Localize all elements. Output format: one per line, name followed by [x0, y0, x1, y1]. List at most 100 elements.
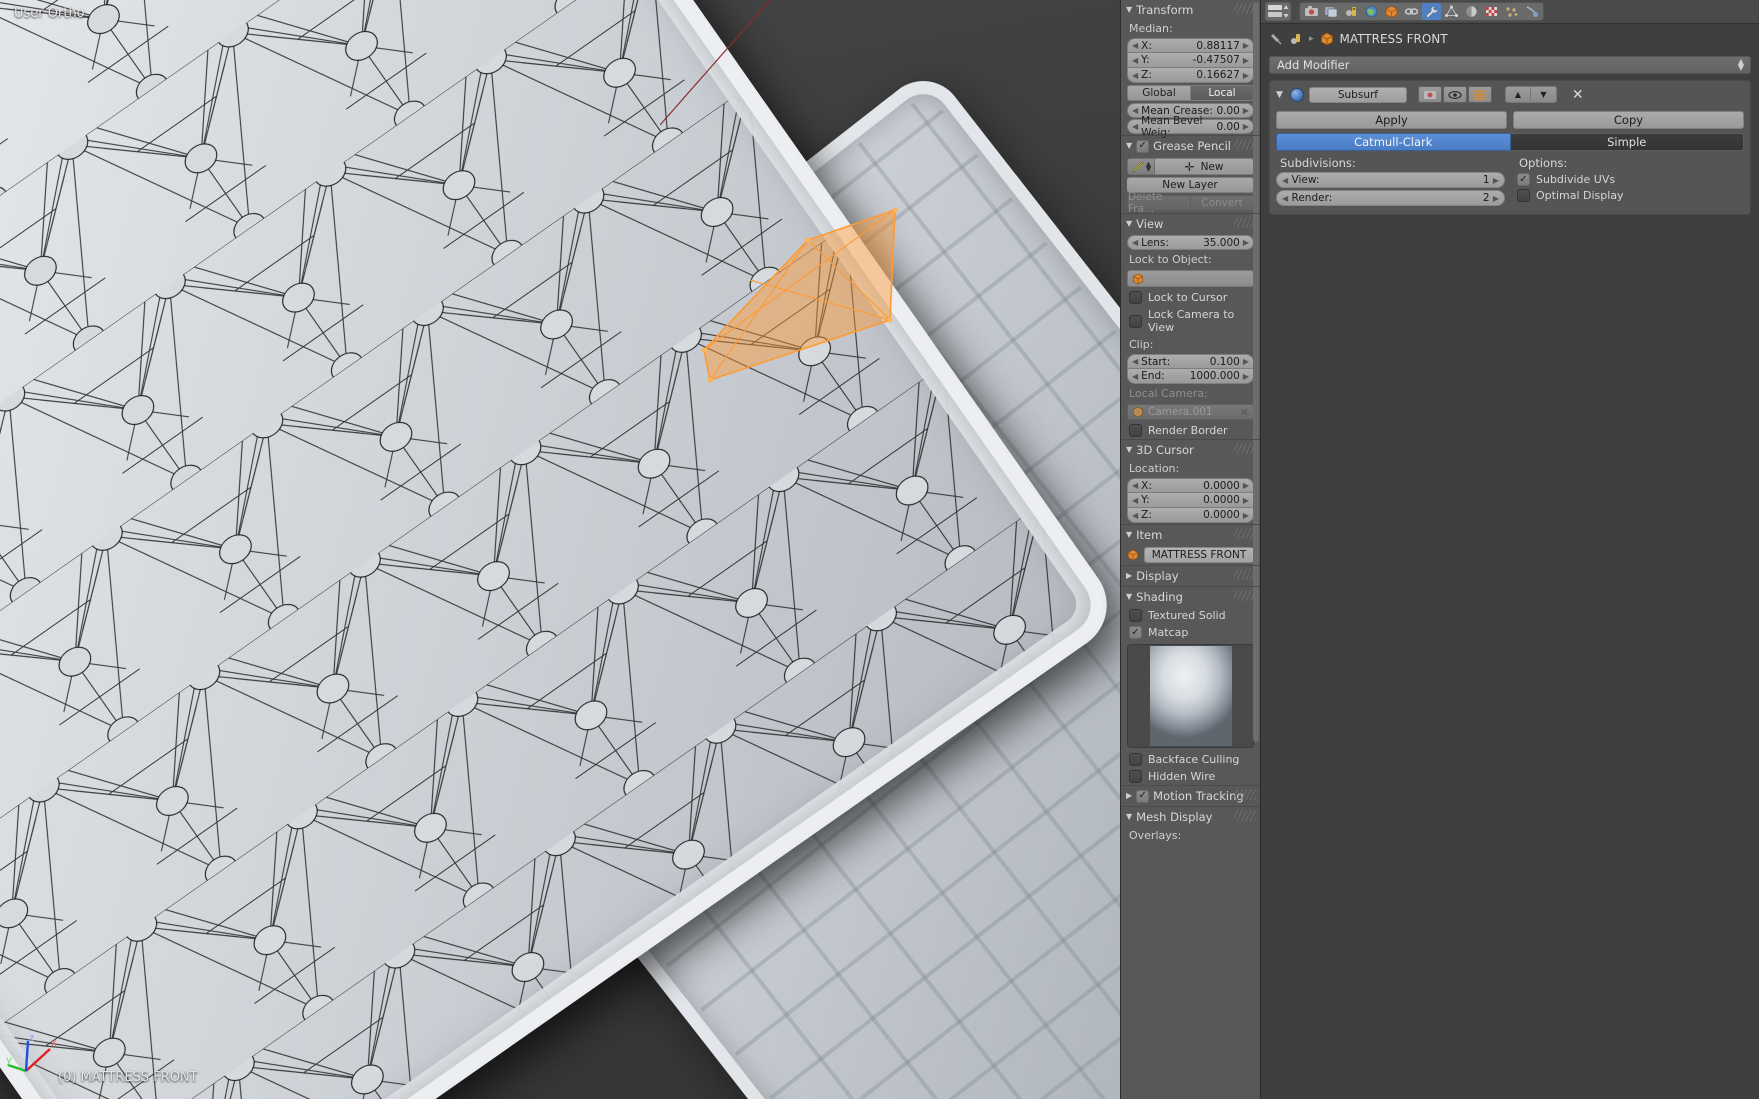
optimal-display-row[interactable]: Optimal Display — [1515, 188, 1744, 204]
particles-tab[interactable] — [1502, 3, 1521, 20]
physics-tab[interactable] — [1522, 3, 1541, 20]
catmull-clark-button[interactable]: Catmull-Clark — [1276, 133, 1511, 151]
render-layers-tab[interactable] — [1322, 3, 1341, 20]
textured-solid-checkbox[interactable] — [1129, 609, 1142, 622]
subdivide-uvs-checkbox[interactable]: ✓ — [1517, 173, 1530, 186]
render-border-checkbox[interactable] — [1129, 424, 1142, 437]
panel-header-motion-tracking[interactable]: ▶ ✓ Motion Tracking — [1121, 785, 1260, 806]
left-arrow-icon[interactable]: ◀ — [1132, 372, 1138, 381]
right-arrow-icon[interactable]: ▶ — [1243, 372, 1249, 381]
backface-culling-checkbox[interactable] — [1129, 753, 1142, 766]
median-x-field[interactable]: ◀ X: 0.88117 ▶ — [1127, 38, 1254, 53]
panel-header-item[interactable]: ▼ Item — [1121, 524, 1260, 545]
viewport-side-panel[interactable]: ▼ Transform Median: ◀ X: 0.88117 ▶ ◀ Y: … — [1120, 0, 1260, 1099]
backface-culling-row[interactable]: Backface Culling — [1121, 751, 1260, 768]
left-arrow-icon[interactable]: ◀ — [1132, 357, 1138, 366]
constraints-tab[interactable] — [1402, 3, 1421, 20]
right-arrow-icon[interactable]: ▶ — [1493, 176, 1499, 185]
hidden-wire-checkbox[interactable] — [1129, 770, 1142, 783]
close-icon[interactable]: ✕ — [1240, 406, 1249, 419]
move-up-button[interactable]: ▲ — [1504, 86, 1531, 103]
global-button[interactable]: Global — [1127, 85, 1191, 101]
move-down-button[interactable]: ▼ — [1530, 86, 1557, 103]
modifiers-tab[interactable] — [1422, 3, 1441, 20]
panel-header-view[interactable]: ▼ View — [1121, 213, 1260, 234]
apply-button[interactable]: Apply — [1276, 111, 1507, 129]
cursor-z-field[interactable]: ◀ Z: 0.0000 ▶ — [1127, 508, 1254, 523]
right-arrow-icon[interactable]: ▶ — [1493, 194, 1499, 203]
mean-bevel-weight-field[interactable]: ◀ Mean Bevel Weig: 0.00 ▶ — [1127, 115, 1254, 139]
left-arrow-icon[interactable]: ◀ — [1132, 56, 1138, 65]
simple-button[interactable]: Simple — [1510, 133, 1744, 151]
clip-end-field[interactable]: ◀ End: 1000.000 ▶ — [1127, 369, 1254, 384]
3d-viewport[interactable]: User Ortho x y z (0) MATTRESS FRONT — [0, 0, 1240, 1099]
edit-mode-display-toggle[interactable] — [1467, 86, 1492, 103]
render-visibility-toggle[interactable] — [1417, 86, 1442, 103]
optimal-display-checkbox[interactable] — [1517, 189, 1530, 202]
material-tab[interactable] — [1462, 3, 1481, 20]
properties-editor[interactable]: ▸ MATTRESS FRONT Add Modifier ▲ ▼ ▼ Subsu… — [1260, 0, 1759, 1099]
right-arrow-icon[interactable]: ▶ — [1243, 357, 1249, 366]
left-arrow-icon[interactable]: ◀ — [1132, 41, 1138, 50]
median-z-field[interactable]: ◀ Z: 0.16627 ▶ — [1127, 68, 1254, 83]
right-arrow-icon[interactable]: ▶ — [1243, 511, 1249, 520]
brush-selector[interactable]: ▲ ▼ — [1127, 158, 1155, 175]
right-arrow-icon[interactable]: ▶ — [1243, 481, 1249, 490]
object-tab[interactable] — [1382, 3, 1401, 20]
left-arrow-icon[interactable]: ◀ — [1132, 122, 1138, 131]
texture-tab[interactable] — [1482, 3, 1501, 20]
left-arrow-icon[interactable]: ◀ — [1132, 511, 1138, 520]
modifier-name-field[interactable]: Subsurf — [1308, 86, 1407, 103]
right-arrow-icon[interactable]: ▶ — [1243, 71, 1249, 80]
left-arrow-icon[interactable]: ◀ — [1132, 481, 1138, 490]
add-modifier-dropdown[interactable]: Add Modifier ▲ ▼ — [1269, 56, 1751, 74]
lock-camera-to-view-row[interactable]: Lock Camera to View — [1121, 306, 1260, 336]
npanel-scrollbar[interactable] — [1253, 2, 1259, 742]
motion-tracking-checkbox[interactable]: ✓ — [1136, 789, 1150, 803]
left-arrow-icon[interactable]: ◀ — [1132, 71, 1138, 80]
cursor-x-field[interactable]: ◀ X: 0.0000 ▶ — [1127, 478, 1254, 493]
local-camera-field[interactable]: Camera.001 ✕ — [1127, 404, 1254, 420]
viewport-visibility-toggle[interactable] — [1442, 86, 1467, 103]
lock-camera-to-view-checkbox[interactable] — [1129, 314, 1142, 328]
lock-to-object-field[interactable] — [1127, 270, 1254, 287]
subdivisions-render-field[interactable]: ◀ Render: 2 ▶ — [1276, 190, 1505, 206]
subdivide-uvs-row[interactable]: ✓ Subdivide UVs — [1515, 172, 1744, 188]
new-grease-pencil-button[interactable]: ✛ New — [1155, 158, 1254, 175]
panel-header-mesh-display[interactable]: ▼ Mesh Display — [1121, 806, 1260, 827]
panel-header-transform[interactable]: ▼ Transform — [1121, 0, 1260, 20]
right-arrow-icon[interactable]: ▶ — [1243, 56, 1249, 65]
matcap-preview[interactable] — [1127, 644, 1254, 748]
median-y-field[interactable]: ◀ Y: -0.47507 ▶ — [1127, 53, 1254, 68]
right-arrow-icon[interactable]: ▶ — [1243, 496, 1249, 505]
data-tab[interactable] — [1442, 3, 1461, 20]
world-tab[interactable] — [1362, 3, 1381, 20]
cursor-y-field[interactable]: ◀ Y: 0.0000 ▶ — [1127, 493, 1254, 508]
editor-type-selector[interactable] — [1265, 2, 1291, 21]
render-border-row[interactable]: Render Border — [1121, 422, 1260, 439]
convert-button[interactable]: Convert — [1191, 195, 1254, 211]
lock-to-cursor-row[interactable]: Lock to Cursor — [1121, 289, 1260, 306]
right-arrow-icon[interactable]: ▶ — [1243, 106, 1249, 115]
panel-header-display[interactable]: ▶ Display — [1121, 565, 1260, 586]
right-arrow-icon[interactable]: ▶ — [1243, 238, 1249, 247]
matcap-checkbox[interactable]: ✓ — [1129, 626, 1142, 639]
clip-start-field[interactable]: ◀ Start: 0.100 ▶ — [1127, 354, 1254, 369]
scene-icon[interactable] — [1289, 32, 1303, 46]
pin-icon[interactable] — [1269, 32, 1283, 46]
left-arrow-icon[interactable]: ◀ — [1282, 194, 1288, 203]
left-arrow-icon[interactable]: ◀ — [1132, 238, 1138, 247]
copy-button[interactable]: Copy — [1513, 111, 1744, 129]
delete-frame-button[interactable]: Delete Fra... — [1127, 191, 1191, 215]
panel-header-shading[interactable]: ▼ Shading — [1121, 586, 1260, 607]
textured-solid-row[interactable]: Textured Solid — [1121, 607, 1260, 624]
right-arrow-icon[interactable]: ▶ — [1243, 122, 1249, 131]
left-arrow-icon[interactable]: ◀ — [1132, 496, 1138, 505]
grease-pencil-checkbox[interactable]: ✓ — [1136, 139, 1150, 153]
hidden-wire-row[interactable]: Hidden Wire — [1121, 768, 1260, 785]
panel-header-3d-cursor[interactable]: ▼ 3D Cursor — [1121, 439, 1260, 460]
delete-modifier-button[interactable]: ✕ — [1572, 88, 1584, 102]
render-tab[interactable] — [1302, 3, 1321, 20]
lock-to-cursor-checkbox[interactable] — [1129, 291, 1142, 304]
matcap-row[interactable]: ✓ Matcap — [1121, 624, 1260, 641]
